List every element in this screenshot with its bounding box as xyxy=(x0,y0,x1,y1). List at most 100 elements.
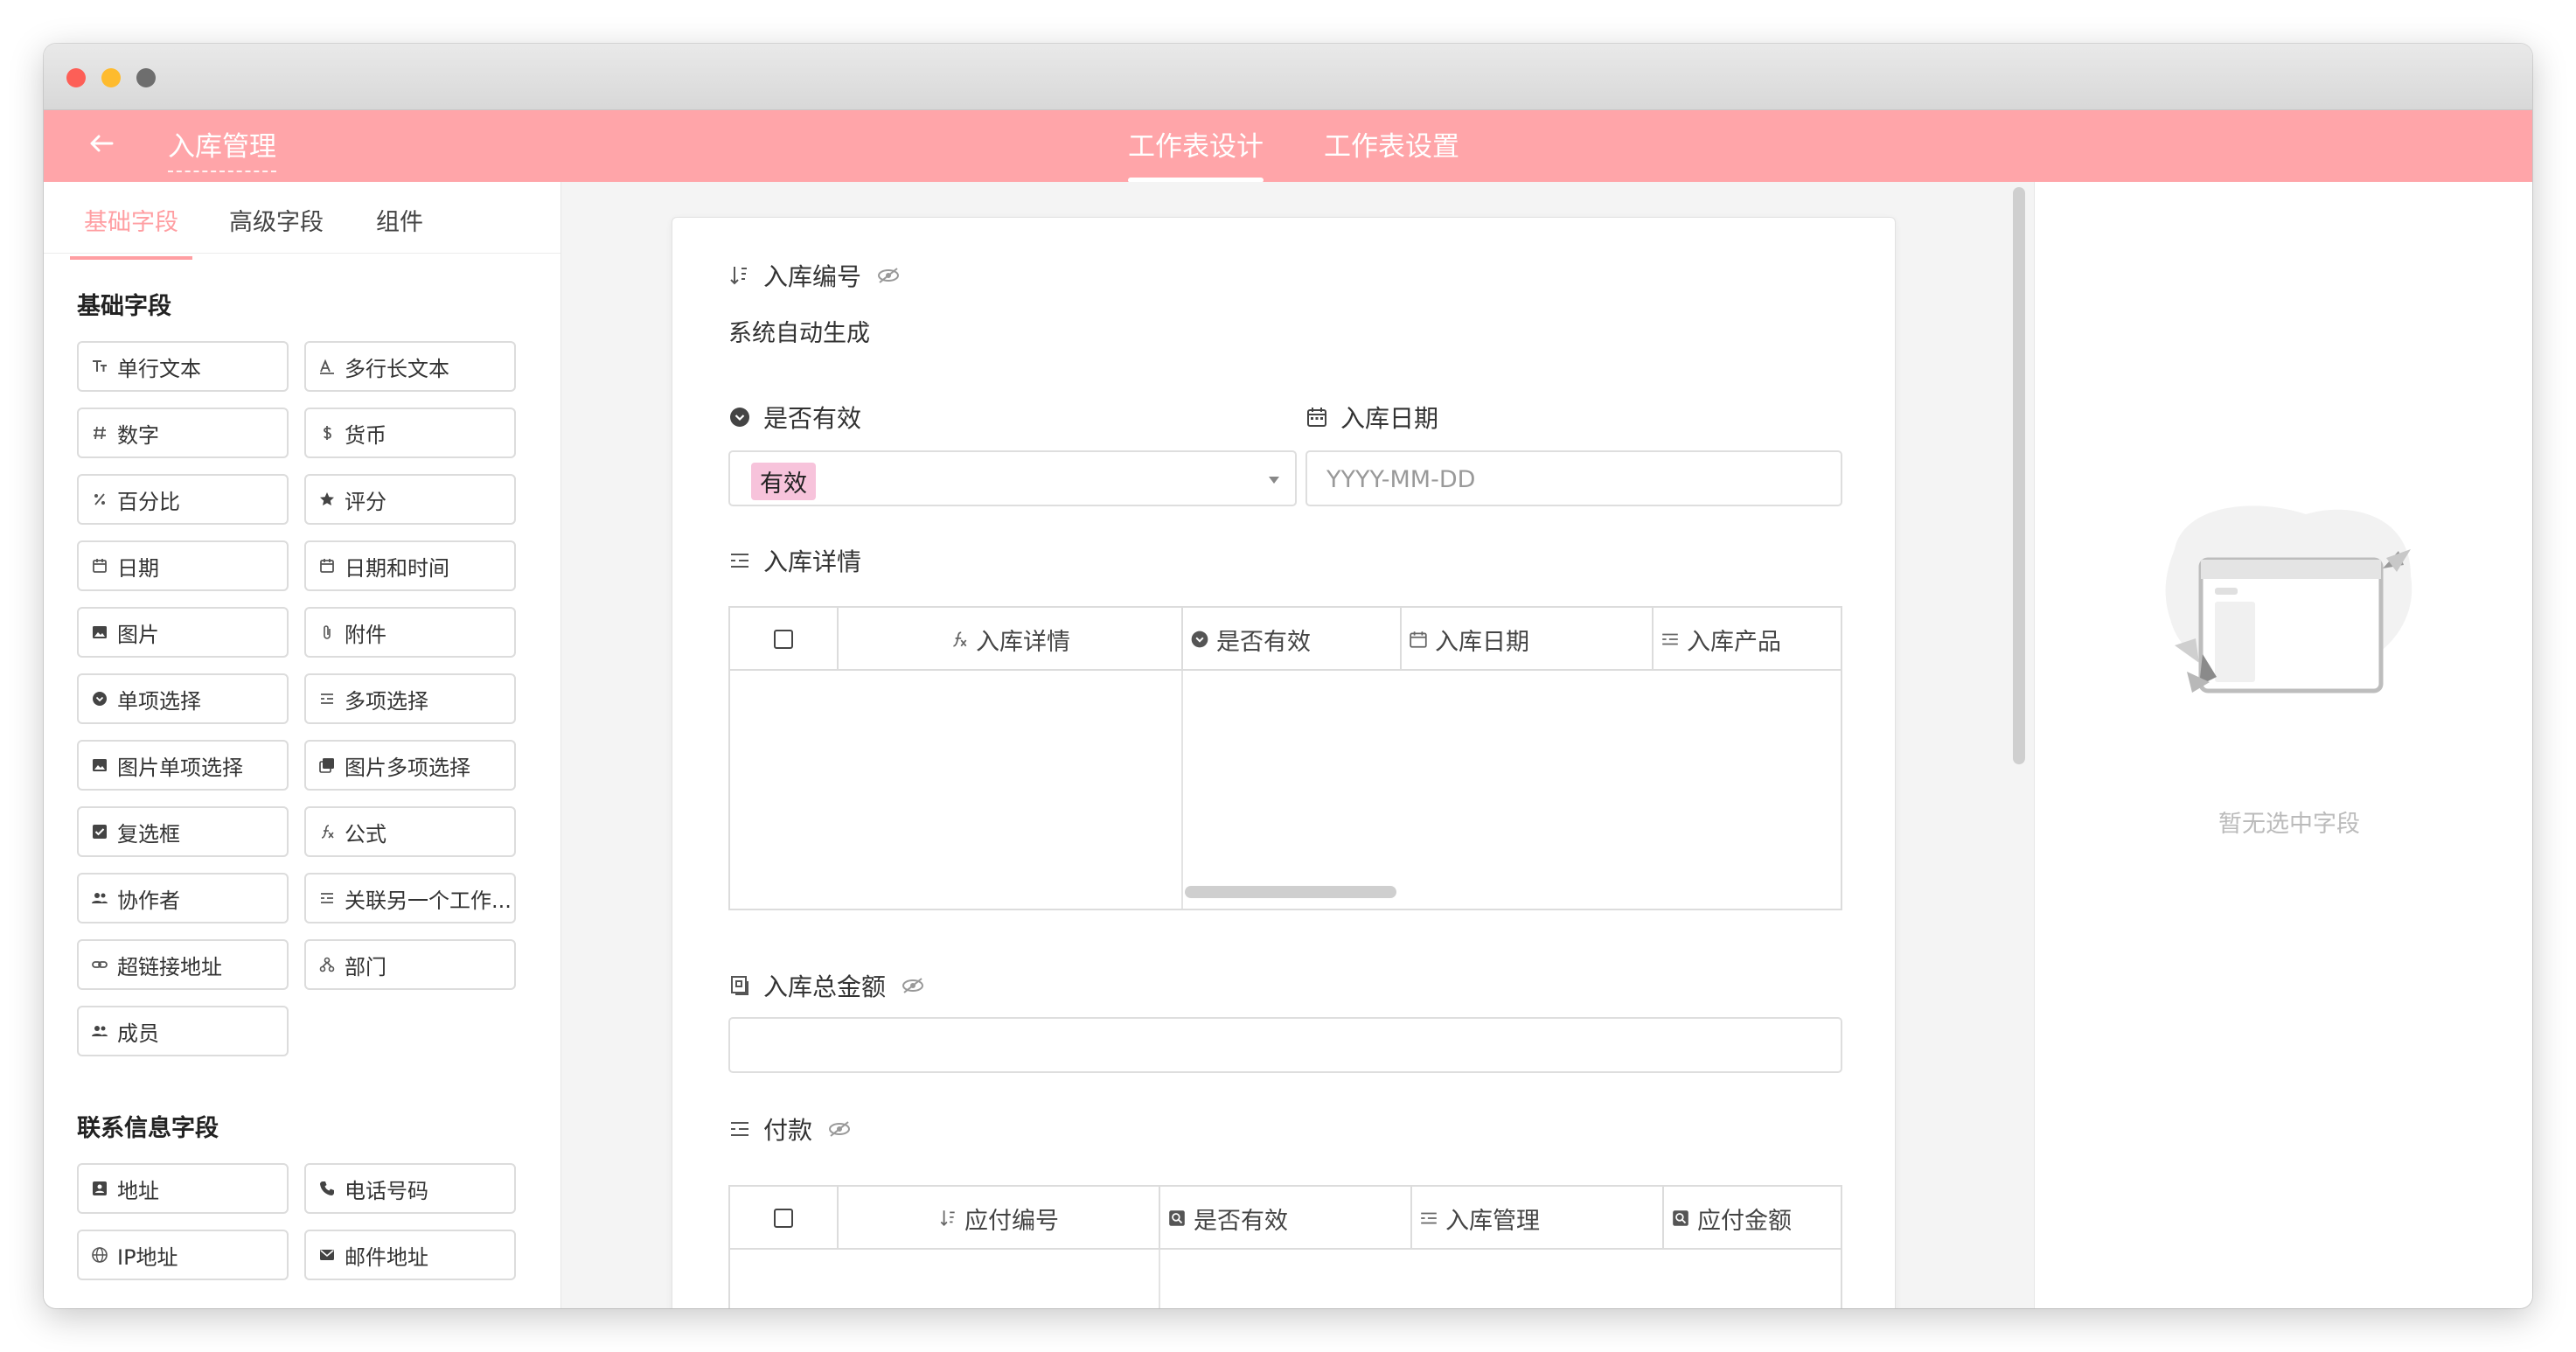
total-input[interactable] xyxy=(728,1017,1842,1073)
column-label: 入库日期 xyxy=(1435,628,1529,656)
paperclip-icon xyxy=(324,625,331,639)
field-multi-select[interactable]: 多项选择 xyxy=(304,673,516,724)
list-icon xyxy=(731,554,748,568)
field-formula[interactable]: 公式 xyxy=(304,806,516,857)
column-label: 入库详情 xyxy=(976,628,1070,656)
field-label: 货币 xyxy=(345,422,386,448)
app-header: 入库管理 工作表设计 工作表设置 xyxy=(44,110,2532,183)
field-currency[interactable]: 货币 xyxy=(304,408,516,458)
field-label: 协作者 xyxy=(117,888,180,913)
field-label: 多行长文本 xyxy=(345,356,449,381)
field-detail-label[interactable]: 入库详情 xyxy=(728,543,861,578)
tab-sheet-design[interactable]: 工作表设计 xyxy=(1128,124,1264,183)
field-image-single-select[interactable]: 图片单项选择 xyxy=(77,740,289,791)
checkbox-icon[interactable] xyxy=(774,630,793,649)
basic-fields-heading: 基础字段 xyxy=(77,293,171,320)
close-window-button[interactable] xyxy=(66,68,86,87)
globe-icon xyxy=(92,1247,108,1263)
zoom-window-button[interactable] xyxy=(136,68,156,87)
eye-hidden-icon[interactable] xyxy=(900,972,926,999)
payment-col-serial[interactable]: 应付编号 xyxy=(839,1187,1160,1250)
field-serial-title: 入库编号 xyxy=(763,262,862,291)
field-label: 单行文本 xyxy=(117,356,201,381)
tab-basic-fields[interactable]: 基础字段 xyxy=(70,203,192,260)
tab-components[interactable]: 组件 xyxy=(376,203,423,237)
payment-col-inbound[interactable]: 入库管理 xyxy=(1412,1187,1664,1250)
field-date-label[interactable]: 入库日期 xyxy=(1305,400,1438,435)
field-single-line-text[interactable]: 单行文本 xyxy=(77,341,289,392)
minimize-window-button[interactable] xyxy=(101,68,121,87)
field-address[interactable]: 地址 xyxy=(77,1163,289,1214)
app-title[interactable]: 入库管理 xyxy=(168,124,276,172)
list-icon xyxy=(731,1122,748,1136)
phone-icon xyxy=(320,1181,334,1195)
payment-subtable[interactable]: 应付编号 是否有效 入库管理 应付金额 xyxy=(728,1185,1842,1308)
field-hyperlink[interactable]: 超链接地址 xyxy=(77,939,289,990)
tab-sheet-settings[interactable]: 工作表设置 xyxy=(1324,124,1459,164)
field-label: 邮件地址 xyxy=(345,1244,428,1270)
field-datetime[interactable]: 日期和时间 xyxy=(304,540,516,591)
field-valid-label[interactable]: 是否有效 xyxy=(728,400,861,435)
field-label: 图片 xyxy=(117,622,159,647)
contact-fields-heading: 联系信息字段 xyxy=(77,1115,219,1142)
field-member[interactable]: 成员 xyxy=(77,1006,289,1056)
tab-advanced-fields[interactable]: 高级字段 xyxy=(229,203,324,237)
field-rating[interactable]: 评分 xyxy=(304,474,516,525)
payment-col-amount[interactable]: 应付金额 xyxy=(1664,1187,1841,1250)
field-phone[interactable]: 电话号码 xyxy=(304,1163,516,1214)
horizontal-scrollbar[interactable] xyxy=(1185,886,1396,898)
field-attachment[interactable]: 附件 xyxy=(304,607,516,658)
field-image[interactable]: 图片 xyxy=(77,607,289,658)
field-label: 成员 xyxy=(117,1021,159,1046)
field-serial-label[interactable]: 入库编号 xyxy=(728,258,902,293)
field-single-select[interactable]: 单项选择 xyxy=(77,673,289,724)
field-date[interactable]: 日期 xyxy=(77,540,289,591)
payment-select-all[interactable] xyxy=(730,1187,839,1250)
field-checkbox[interactable]: 复选框 xyxy=(77,806,289,857)
detail-subtable[interactable]: 入库详情 是否有效 入库日期 入库产品 xyxy=(728,606,1842,910)
field-percent[interactable]: 百分比 xyxy=(77,474,289,525)
field-label: 电话号码 xyxy=(345,1178,428,1203)
field-label: 数字 xyxy=(117,422,159,448)
field-image-multi-select[interactable]: 图片多项选择 xyxy=(304,740,516,791)
detail-select-all[interactable] xyxy=(730,608,839,671)
palette-tabs: 基础字段 高级字段 组件 xyxy=(44,182,560,260)
field-multi-line-text[interactable]: 多行长文本 xyxy=(304,341,516,392)
field-collaborator[interactable]: 协作者 xyxy=(77,873,289,923)
field-ip-address[interactable]: IP地址 xyxy=(77,1230,289,1280)
column-label: 是否有效 xyxy=(1194,1207,1288,1235)
detail-col-detail[interactable]: 入库详情 xyxy=(839,608,1183,671)
eye-hidden-icon[interactable] xyxy=(875,262,902,289)
people-icon xyxy=(92,893,108,903)
canvas-scrollbar[interactable] xyxy=(2013,187,2025,764)
detail-col-date[interactable]: 入库日期 xyxy=(1402,608,1654,671)
eye-hidden-icon[interactable] xyxy=(826,1116,853,1142)
formula-icon xyxy=(953,631,967,647)
payment-col-valid[interactable]: 是否有效 xyxy=(1160,1187,1412,1250)
radio-icon xyxy=(93,692,107,706)
field-label: 单项选择 xyxy=(117,688,201,714)
field-link-sheet[interactable]: 关联另一个工作... xyxy=(304,873,516,923)
app-window: 入库管理 工作表设计 工作表设置 基础字段 高级字段 组件 基础字段 单行文本 … xyxy=(44,44,2532,1308)
back-arrow-icon[interactable] xyxy=(84,126,119,161)
detail-col-valid[interactable]: 是否有效 xyxy=(1183,608,1402,671)
checkbox-icon[interactable] xyxy=(774,1209,793,1228)
field-payment-title: 付款 xyxy=(763,1116,813,1145)
calendar-icon xyxy=(1410,631,1427,648)
date-input[interactable]: YYYY-MM-DD xyxy=(1305,450,1842,506)
multiline-icon xyxy=(320,359,334,374)
field-email[interactable]: 邮件地址 xyxy=(304,1230,516,1280)
detail-col-product[interactable]: 入库产品 xyxy=(1654,608,1841,671)
date-placeholder: YYYY-MM-DD xyxy=(1326,466,1476,493)
field-payment-label[interactable]: 付款 xyxy=(728,1112,853,1146)
field-label: 关联另一个工作... xyxy=(345,888,512,913)
payment-table-header: 应付编号 是否有效 入库管理 应付金额 xyxy=(730,1187,1841,1250)
field-label: 复选框 xyxy=(117,821,180,847)
field-valid-title: 是否有效 xyxy=(763,404,862,433)
field-total-label[interactable]: 入库总金额 xyxy=(728,968,926,1003)
people-icon xyxy=(92,1026,108,1036)
field-department[interactable]: 部门 xyxy=(304,939,516,990)
list-icon xyxy=(1421,1212,1437,1224)
valid-select[interactable]: 有效 xyxy=(728,450,1297,506)
field-number[interactable]: 数字 xyxy=(77,408,289,458)
